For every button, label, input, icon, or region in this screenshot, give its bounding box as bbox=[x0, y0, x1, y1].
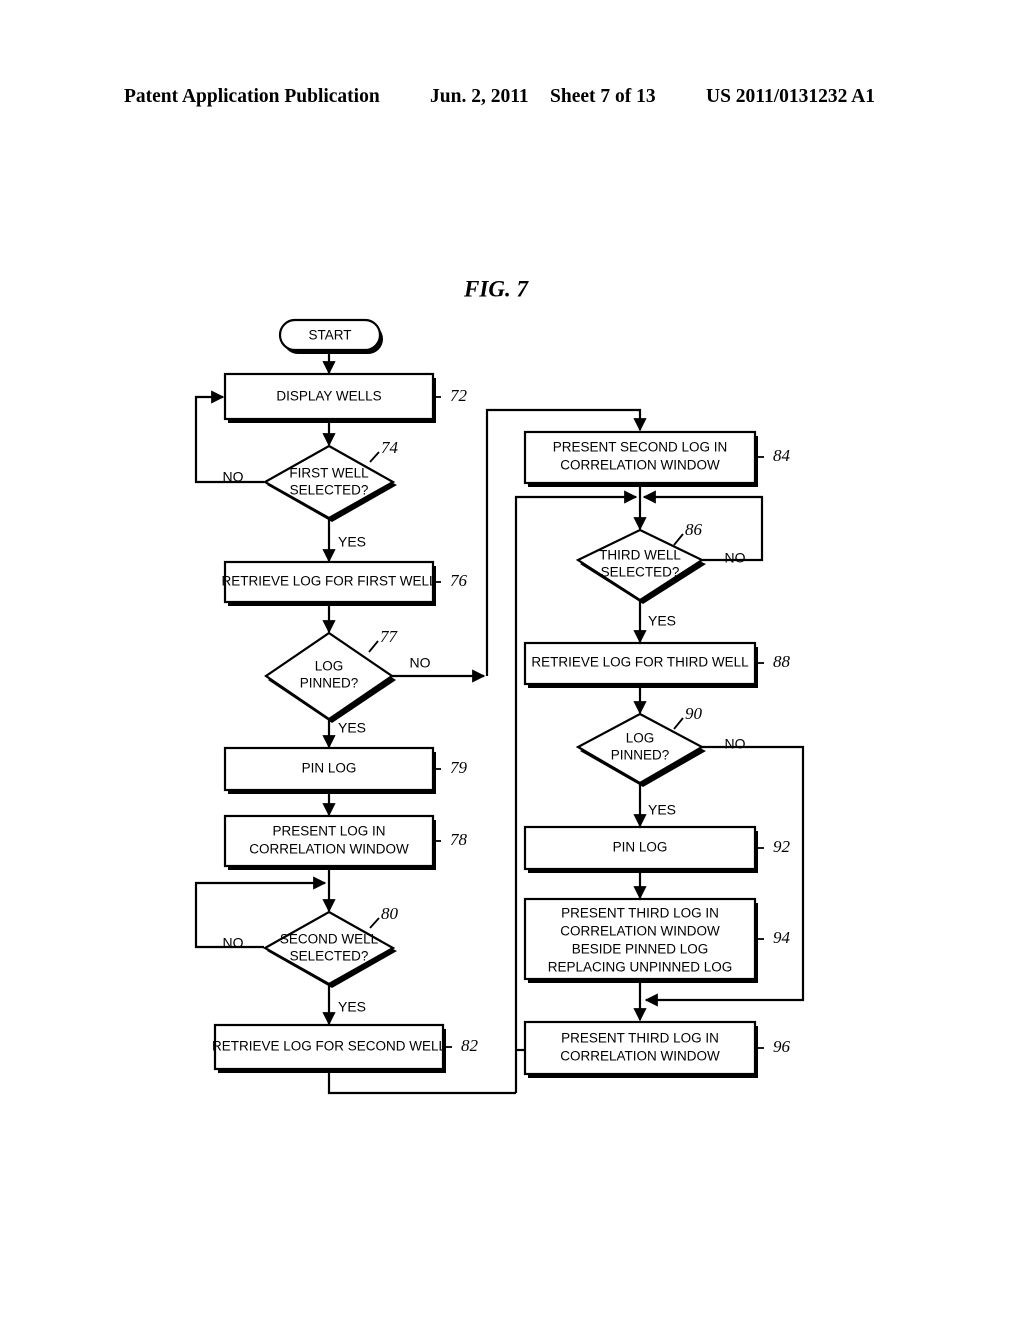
node-90-log-pinned: LOG PINNED? 90 NO YES bbox=[575, 704, 746, 818]
node-84-label-line2: CORRELATION WINDOW bbox=[560, 458, 720, 473]
node-start-label: START bbox=[308, 328, 351, 343]
edge-label-90-no: NO bbox=[725, 736, 746, 752]
edge-label-90-yes: YES bbox=[648, 802, 676, 818]
node-76-label: RETRIEVE LOG FOR FIRST WELL bbox=[221, 574, 437, 589]
node-start: START bbox=[278, 318, 383, 354]
node-96-present-third-log: PRESENT THIRD LOG IN CORRELATION WINDOW … bbox=[523, 1020, 791, 1078]
node-74-label-line1: FIRST WELL bbox=[289, 466, 369, 481]
ref-92: 92 bbox=[773, 837, 791, 856]
edge-label-86-no: NO bbox=[725, 550, 746, 566]
ref-80: 80 bbox=[381, 904, 399, 923]
node-90-label-line2: PINNED? bbox=[611, 748, 670, 763]
node-92-label: PIN LOG bbox=[613, 840, 668, 855]
node-74-first-well-selected: FIRST WELL SELECTED? 74 NO YES bbox=[223, 438, 399, 550]
edge-label-77-no: NO bbox=[410, 655, 431, 671]
edge-label-80-no: NO bbox=[223, 935, 244, 951]
node-86-label-line1: THIRD WELL bbox=[599, 548, 681, 563]
ref-88: 88 bbox=[773, 652, 791, 671]
ref-79: 79 bbox=[450, 758, 468, 777]
node-78-label-line2: CORRELATION WINDOW bbox=[249, 842, 409, 857]
node-84-present-second-log: PRESENT SECOND LOG IN CORRELATION WINDOW… bbox=[523, 430, 791, 487]
node-76-retrieve-log-first-well: RETRIEVE LOG FOR FIRST WELL 76 bbox=[221, 560, 468, 606]
edge-label-80-yes: YES bbox=[338, 999, 366, 1015]
node-74-label-line2: SELECTED? bbox=[290, 483, 369, 498]
node-94-label-line2: CORRELATION WINDOW bbox=[560, 924, 720, 939]
node-94-label-line4: REPLACING UNPINNED LOG bbox=[548, 960, 733, 975]
node-88-retrieve-log-third-well: RETRIEVE LOG FOR THIRD WELL 88 bbox=[523, 641, 791, 688]
node-86-label-line2: SELECTED? bbox=[601, 565, 680, 580]
ref-77: 77 bbox=[380, 627, 399, 646]
node-94-label-line3: BESIDE PINNED LOG bbox=[572, 942, 709, 957]
node-77-label-line1: LOG bbox=[315, 659, 344, 674]
node-79-pin-log: PIN LOG 79 bbox=[223, 746, 468, 794]
node-86-third-well-selected: THIRD WELL SELECTED? 86 NO YES bbox=[575, 520, 746, 629]
node-78-label-line1: PRESENT LOG IN bbox=[272, 824, 385, 839]
node-90-label-line1: LOG bbox=[626, 731, 655, 746]
ref-90: 90 bbox=[685, 704, 703, 723]
edge-label-74-yes: YES bbox=[338, 534, 366, 550]
node-82-retrieve-log-second-well: RETRIEVE LOG FOR SECOND WELL 82 bbox=[212, 1023, 479, 1073]
node-80-second-well-selected: SECOND WELL SELECTED? 80 NO YES bbox=[223, 904, 399, 1015]
ref-96: 96 bbox=[773, 1037, 791, 1056]
node-94-label-line1: PRESENT THIRD LOG IN bbox=[561, 906, 719, 921]
node-78-present-log: PRESENT LOG IN CORRELATION WINDOW 78 bbox=[223, 814, 468, 870]
node-79-label: PIN LOG bbox=[302, 761, 357, 776]
ref-74: 74 bbox=[381, 438, 399, 457]
node-92-pin-log: PIN LOG 92 bbox=[523, 825, 791, 873]
node-94-present-third-log-beside-pinned: PRESENT THIRD LOG IN CORRELATION WINDOW … bbox=[523, 897, 791, 983]
edge-label-74-no: NO bbox=[223, 469, 244, 485]
ref-94: 94 bbox=[773, 928, 791, 947]
node-77-label-line2: PINNED? bbox=[300, 676, 359, 691]
ref-82: 82 bbox=[461, 1036, 479, 1055]
node-72-label: DISPLAY WELLS bbox=[276, 389, 381, 404]
ref-72: 72 bbox=[450, 386, 468, 405]
ref-86: 86 bbox=[685, 520, 703, 539]
figure-title: FIG. 7 bbox=[463, 276, 529, 301]
node-72-display-wells: DISPLAY WELLS 72 bbox=[223, 372, 468, 423]
edge-label-86-yes: YES bbox=[648, 613, 676, 629]
node-82-label: RETRIEVE LOG FOR SECOND WELL bbox=[212, 1039, 447, 1054]
node-88-label: RETRIEVE LOG FOR THIRD WELL bbox=[531, 655, 749, 670]
edge-82-to-inner-rail bbox=[327, 1071, 516, 1095]
node-80-label-line2: SELECTED? bbox=[290, 949, 369, 964]
patent-figure-page: Patent Application Publication Jun. 2, 2… bbox=[0, 0, 1024, 1320]
node-77-log-pinned: LOG PINNED? 77 NO YES bbox=[264, 627, 431, 736]
node-96-label-line2: CORRELATION WINDOW bbox=[560, 1049, 720, 1064]
ref-76: 76 bbox=[450, 571, 468, 590]
node-80-label-line1: SECOND WELL bbox=[280, 932, 379, 947]
ref-84: 84 bbox=[773, 446, 791, 465]
flowchart-figure: FIG. 7 START DISPLAY WELLS 72 FIRST WELL… bbox=[194, 276, 805, 1095]
ref-78: 78 bbox=[450, 830, 468, 849]
edge-label-77-yes: YES bbox=[338, 720, 366, 736]
node-84-label-line1: PRESENT SECOND LOG IN bbox=[553, 440, 728, 455]
node-96-label-line1: PRESENT THIRD LOG IN bbox=[561, 1031, 719, 1046]
